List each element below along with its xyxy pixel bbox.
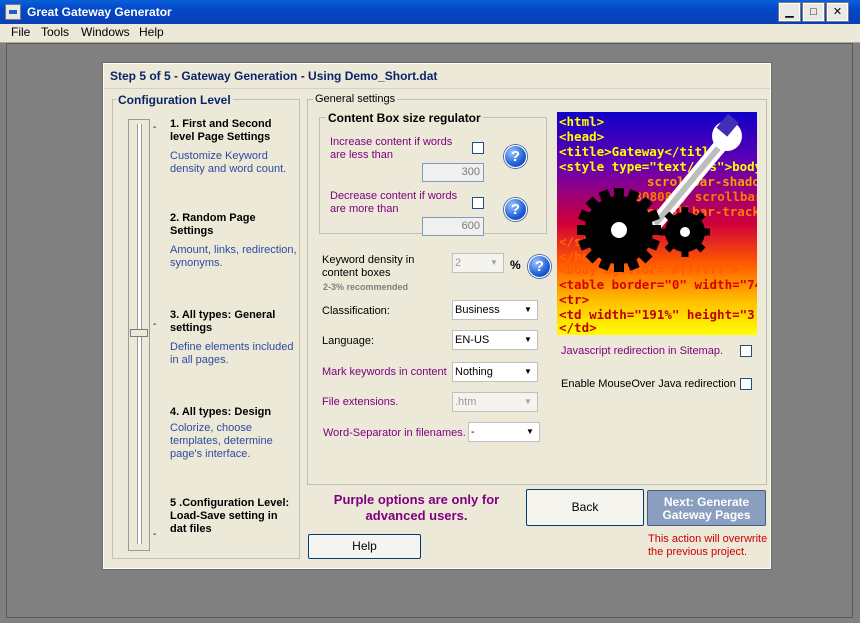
maximize-button[interactable]: □ <box>802 2 825 22</box>
mark-keywords-value: Nothing <box>455 366 493 378</box>
slider-tick-middle: - <box>153 319 157 330</box>
javascript-redirection-label: Javascript redirection in Sitemap. <box>561 345 724 357</box>
step-4-description: Colorize, choose templates, determine pa… <box>170 422 273 460</box>
language-value: EN-US <box>455 334 490 346</box>
gateway-logo-image: <html> <head> <title>Gateway</title> <st… <box>557 112 757 335</box>
slider-tick-bottom: - <box>153 529 157 540</box>
increase-content-label: Increase content if words are less than <box>330 136 453 161</box>
app-icon <box>5 4 21 20</box>
increase-help-icon[interactable]: ? <box>504 145 527 168</box>
menu-tools[interactable]: Tools <box>41 25 69 39</box>
mouseover-redirection-checkbox[interactable] <box>740 378 752 390</box>
keyword-density-label: Keyword density in content boxes <box>322 254 415 279</box>
word-separator-label: Word-Separator in filenames. <box>323 427 466 439</box>
overwrite-warning: This action will overwrite the previous … <box>648 533 768 558</box>
minimize-button[interactable]: ▁ <box>778 2 801 22</box>
window-title: Great Gateway Generator <box>27 5 172 19</box>
dialog-title: Step 5 of 5 - Gateway Generation - Using… <box>110 69 438 83</box>
menu-windows[interactable]: Windows <box>81 25 130 39</box>
step-5-title[interactable]: 5 .Configuration Level: Load-Save settin… <box>170 497 294 536</box>
menu-help[interactable]: Help <box>139 25 164 39</box>
wizard-dialog: Step 5 of 5 - Gateway Generation - Using… <box>102 62 772 570</box>
dialog-title-bar: Step 5 of 5 - Gateway Generation - Using… <box>104 64 770 89</box>
chevron-down-icon: ▼ <box>526 427 534 436</box>
keyword-density-help-icon[interactable]: ? <box>528 255 551 278</box>
title-bar[interactable]: Great Gateway Generator ▁ □ ✕ <box>0 0 860 24</box>
file-extensions-label: File extensions. <box>322 396 399 408</box>
classification-label: Classification: <box>322 305 390 317</box>
step-1-title[interactable]: 1. First and Second level Page Settings <box>170 118 294 144</box>
decrease-content-label: Decrease content if words are more than <box>330 190 458 215</box>
decrease-help-icon[interactable]: ? <box>504 198 527 221</box>
word-separator-value: - <box>471 426 475 438</box>
content-box-size-regulator-legend: Content Box size regulator <box>326 111 483 125</box>
keyword-density-select[interactable]: 2 ▼ <box>452 253 504 273</box>
step-2-title[interactable]: 2. Random Page Settings <box>170 212 294 238</box>
chevron-down-icon: ▼ <box>524 367 532 376</box>
chevron-down-icon: ▼ <box>524 335 532 344</box>
menu-file[interactable]: File <box>11 25 30 39</box>
language-label: Language: <box>322 335 374 347</box>
increase-content-field[interactable]: 300 <box>422 163 484 182</box>
step-4-title[interactable]: 4. All types: Design <box>170 406 294 419</box>
back-button[interactable]: Back <box>526 489 644 526</box>
chevron-down-icon: ▼ <box>524 305 532 314</box>
classification-select[interactable]: Business ▼ <box>452 300 538 320</box>
slider-tick-top: - <box>153 122 157 133</box>
menu-bar: File Tools Windows Help <box>0 24 860 43</box>
chevron-down-icon: ▼ <box>490 258 498 267</box>
file-extensions-value: .htm <box>455 396 477 408</box>
mark-keywords-label: Mark keywords in content <box>322 366 447 378</box>
decrease-content-field[interactable]: 600 <box>422 217 484 236</box>
keyword-density-value: 2 <box>455 257 462 269</box>
general-settings-legend: General settings <box>313 93 398 105</box>
classification-value: Business <box>455 304 500 316</box>
small-gear-icon <box>660 207 710 257</box>
slider-thumb[interactable] <box>130 329 148 337</box>
decrease-content-checkbox[interactable] <box>472 197 484 209</box>
javascript-redirection-checkbox[interactable] <box>740 345 752 357</box>
mark-keywords-select[interactable]: Nothing ▼ <box>452 362 538 382</box>
configuration-level-legend: Configuration Level <box>116 93 233 107</box>
increase-content-checkbox[interactable] <box>472 142 484 154</box>
keyword-density-hint: 2-3% recommended <box>323 282 409 292</box>
word-separator-select[interactable]: - ▼ <box>468 422 540 442</box>
step-2-description: Amount, links, redirection, synonyms. <box>170 244 297 269</box>
close-button[interactable]: ✕ <box>826 2 849 22</box>
step-1-description: Customize Keyword density and word count… <box>170 150 287 175</box>
next-generate-button[interactable]: Next: Generate Gateway Pages <box>647 490 766 526</box>
language-select[interactable]: EN-US ▼ <box>452 330 538 350</box>
mouseover-redirection-label: Enable MouseOver Java redirection <box>561 378 736 390</box>
chevron-down-icon: ▼ <box>524 397 532 406</box>
step-3-description: Define elements included in all pages. <box>170 341 294 366</box>
large-gear-icon <box>577 188 661 272</box>
gears-wrench-icon <box>577 113 742 272</box>
advanced-options-note: Purple options are only for advanced use… <box>333 492 500 523</box>
help-button[interactable]: Help <box>308 534 421 559</box>
step-3-title[interactable]: 3. All types: General settings <box>170 309 294 335</box>
wrench-icon <box>650 113 742 229</box>
percent-sign: % <box>510 258 521 272</box>
file-extensions-select[interactable]: .htm ▼ <box>452 392 538 412</box>
